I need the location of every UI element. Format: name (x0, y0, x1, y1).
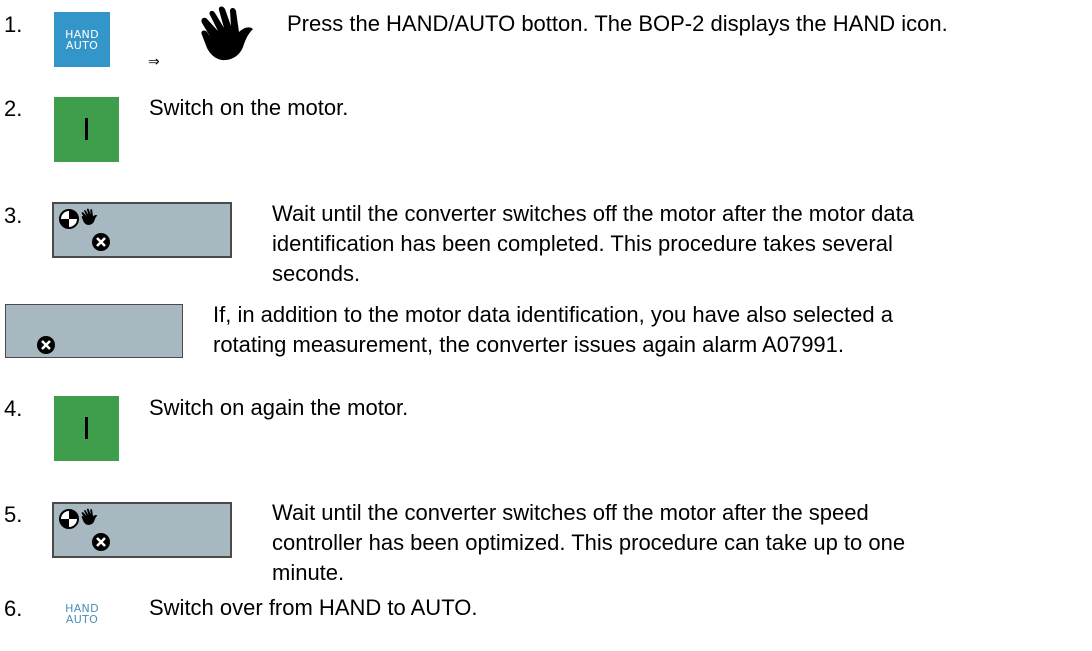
step-1-text: Press the HAND/AUTO botton. The BOP-2 di… (287, 11, 948, 36)
step-1-number: 1. (4, 12, 23, 37)
step-2-text: Switch on the motor. (149, 95, 349, 120)
hand-auto-label-line2: AUTO (65, 38, 99, 52)
step-2-number: 2. (4, 96, 23, 121)
fault-cross-icon (92, 233, 110, 251)
motor-identification-icon (59, 509, 79, 529)
step-6-text: Switch over from HAND to AUTO. (149, 595, 478, 620)
motor-identification-icon (59, 209, 79, 229)
step-5-number: 5. (4, 502, 23, 527)
hand-icon (201, 6, 253, 61)
on-icon (85, 417, 88, 439)
hand-auto-label-line2: AUTO (65, 613, 99, 626)
hand-icon (81, 208, 98, 225)
step-5-line-1: Wait until the converter switches off th… (272, 500, 869, 525)
step-3-number: 3. (4, 203, 23, 228)
bop-display-alarm (5, 304, 183, 358)
hand-auto-button[interactable]: HAND AUTO (54, 12, 110, 67)
on-button[interactable] (54, 396, 119, 461)
step-5-line-3: minute. (272, 560, 345, 585)
step-5-line-2: controller has been optimized. This proc… (272, 530, 906, 555)
arrow-icon: ⇒ (148, 53, 160, 69)
on-icon (85, 118, 88, 140)
fault-cross-icon (37, 336, 55, 354)
on-button[interactable] (54, 97, 119, 162)
hand-auto-label-line1: HAND (65, 27, 99, 41)
step-3-line-1: Wait until the converter switches off th… (272, 201, 914, 226)
step-6-number: 6. (4, 596, 23, 621)
hand-icon (81, 508, 98, 525)
fault-cross-icon (92, 533, 110, 551)
step-3-line-3: seconds. (272, 261, 361, 286)
bop-display (52, 202, 232, 258)
bop-display (52, 502, 232, 558)
step-4-text: Switch on again the motor. (149, 395, 409, 420)
alarm-note-line-2: rotating measurement, the converter issu… (213, 332, 845, 357)
step-4-number: 4. (4, 396, 23, 421)
hand-auto-button[interactable]: HAND AUTO (54, 594, 110, 634)
alarm-note-line-1: If, in addition to the motor data identi… (213, 302, 893, 327)
step-3-line-2: identification has been completed. This … (272, 231, 893, 256)
